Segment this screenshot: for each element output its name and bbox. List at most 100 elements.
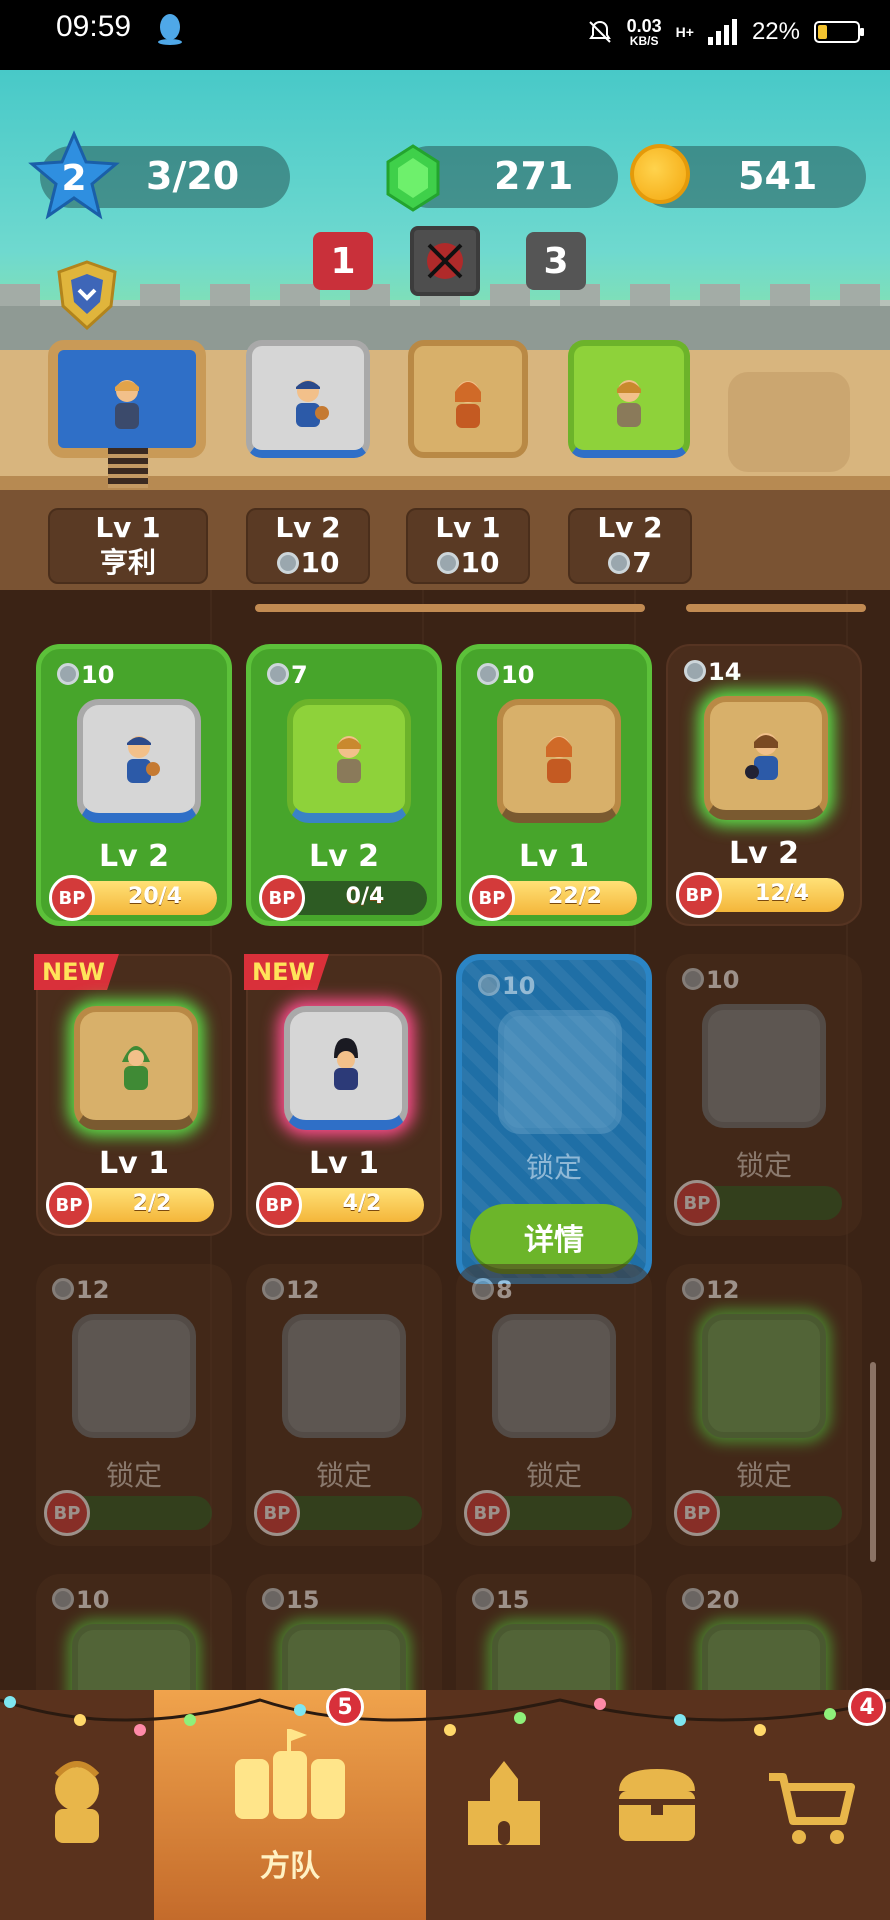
bp-badge-icon: BP <box>44 1490 90 1536</box>
formation-level-2: Lv 2 10 <box>246 508 370 584</box>
locked-unit-tower-icon <box>498 1010 622 1134</box>
silver-coin-icon <box>52 1278 74 1300</box>
bp-progress: BP <box>464 1490 632 1536</box>
locked-label: 锁定 <box>525 1459 582 1492</box>
formation-level-4: Lv 2 7 <box>568 508 692 584</box>
battery-percent: 22% <box>751 18 800 45</box>
bp-badge-icon: BP <box>254 1490 300 1536</box>
unit-card-14[interactable]: 15 <box>246 1574 442 1690</box>
formation-tower-4[interactable] <box>568 340 690 458</box>
silver-coin-icon <box>267 663 289 685</box>
formation-tower-3[interactable] <box>408 340 528 458</box>
bp-progress: BP 20/4 <box>49 875 217 921</box>
locked-unit-tower-icon <box>282 1624 406 1690</box>
silver-coin-icon <box>684 660 706 682</box>
unit-card-7-selected[interactable]: 10 锁定 详情 <box>456 954 652 1284</box>
unit-card-8[interactable]: 10 锁定 BP <box>666 954 862 1236</box>
hero-archer-icon <box>115 380 139 430</box>
skull-crossed-icon <box>427 243 463 279</box>
signal-icon <box>707 19 737 45</box>
silver-coin-icon <box>608 552 631 574</box>
scrollbar-thumb[interactable] <box>870 1362 876 1562</box>
formation-empty-slot[interactable] <box>728 372 850 472</box>
status-right: 0.03 KB/S H+ 22% <box>587 12 864 52</box>
bp-progress: BP <box>44 1490 212 1536</box>
archer-tower-icon <box>497 699 621 823</box>
unit-card-12[interactable]: 12 锁定 BP <box>666 1264 862 1546</box>
hooded-archer-icon <box>122 1046 150 1090</box>
bottom-nav: 方队 5 4 <box>0 1688 890 1920</box>
bp-progress: BP <box>674 1490 842 1536</box>
bp-progress: BP <box>254 1490 422 1536</box>
bp-badge-icon: BP <box>674 1180 720 1226</box>
formation-tower-2[interactable] <box>246 340 370 458</box>
guard-tower-icon <box>284 1006 408 1130</box>
swordsman-unit-icon <box>337 736 361 783</box>
bp-badge-icon: BP <box>259 875 305 921</box>
archer-unit-icon <box>546 736 572 783</box>
locked-unit-tower-icon <box>702 1624 826 1690</box>
unit-card-10[interactable]: 12 锁定 BP <box>246 1264 442 1546</box>
unit-card-9[interactable]: 12 锁定 BP <box>36 1264 232 1546</box>
cart-icon <box>769 1773 855 1844</box>
unit-card-grid[interactable]: 10 Lv 2 BP 20/4 7 Lv 2 BP 0/4 10 Lv 1 BP 22… <box>0 590 890 1690</box>
locked-label: 锁定 <box>315 1459 372 1492</box>
shield-soldier-tower-icon <box>77 699 201 823</box>
silver-coin-icon <box>436 552 459 574</box>
shelf-decoration <box>255 604 645 612</box>
silver-coin-icon <box>57 663 79 685</box>
unit-card-5[interactable]: NEW Lv 1 BP 2/2 <box>34 954 232 1236</box>
unit-card-2[interactable]: 7 Lv 2 BP 0/4 <box>246 644 442 926</box>
unit-card-15[interactable]: 15 <box>456 1574 652 1690</box>
swordsman-unit-icon <box>617 380 641 428</box>
silver-coin-icon <box>472 1588 494 1610</box>
hooded-archer-tower-icon <box>74 1006 198 1130</box>
locked-label: 锁定 <box>735 1149 792 1182</box>
level-star-icon: 2 <box>28 130 120 220</box>
bomber-unit-icon <box>745 733 778 780</box>
stage-button-3[interactable]: 3 <box>526 232 586 290</box>
bp-badge-icon: BP <box>676 872 722 918</box>
stage-button-1[interactable]: 1 <box>313 232 373 290</box>
silver-coin-icon <box>52 1588 74 1610</box>
mute-bell-icon <box>588 20 611 43</box>
hero-keep-tower[interactable] <box>48 340 206 488</box>
xp-value: 3/20 <box>146 154 240 198</box>
enemy-stage-icon[interactable] <box>410 226 480 296</box>
unit-card-6[interactable]: NEW Lv 1 BP 4/2 <box>244 954 442 1236</box>
shelf-decoration <box>686 604 866 612</box>
locked-label: 锁定 <box>105 1459 162 1492</box>
bp-badge-icon: BP <box>256 1182 302 1228</box>
unit-card-13[interactable]: 10 <box>36 1574 232 1690</box>
unit-card-16[interactable]: 20 <box>666 1574 862 1690</box>
coin-count: 541 <box>738 154 818 198</box>
battery-icon <box>814 21 864 43</box>
clock: 09:59 <box>56 10 132 43</box>
formation-level-1: Lv 1 亨利 <box>48 508 208 584</box>
swordsman-tower-icon <box>287 699 411 823</box>
unit-card-1[interactable]: 10 Lv 2 BP 20/4 <box>36 644 232 926</box>
bp-badge-icon: BP <box>464 1490 510 1536</box>
locked-label: 锁定 <box>735 1459 792 1492</box>
gold-coin-icon <box>630 144 690 204</box>
unit-card-3[interactable]: 10 Lv 1 BP 22/2 <box>456 644 652 926</box>
gem-icon <box>386 144 440 212</box>
bp-progress: BP 2/2 <box>46 1182 214 1228</box>
unit-card-11[interactable]: 8 锁定 BP <box>456 1264 652 1546</box>
unit-card-4[interactable]: 14 Lv 2 BP 12/4 <box>666 644 862 926</box>
squad-notification-badge: 5 <box>326 1688 364 1726</box>
bp-badge-icon: BP <box>49 875 95 921</box>
silver-coin-icon <box>478 974 500 996</box>
locked-label: 锁定 <box>525 1151 582 1184</box>
crest-shield-icon <box>57 260 117 330</box>
bp-progress: BP <box>674 1180 842 1226</box>
castle-icon <box>468 1761 540 1845</box>
castle-scene: 3/20 2 271 541 1 3 Lv 1 亨利 Lv 2 10 Lv 1 … <box>0 70 890 590</box>
bp-badge-icon: BP <box>674 1490 720 1536</box>
bp-badge-icon: BP <box>46 1182 92 1228</box>
shield-soldier-icon <box>127 736 160 783</box>
nav-squad-label: 方队 <box>260 1849 320 1884</box>
bp-progress: BP 12/4 <box>676 872 844 918</box>
locked-unit-tower-icon <box>492 1624 616 1690</box>
silver-coin-icon <box>682 1588 704 1610</box>
